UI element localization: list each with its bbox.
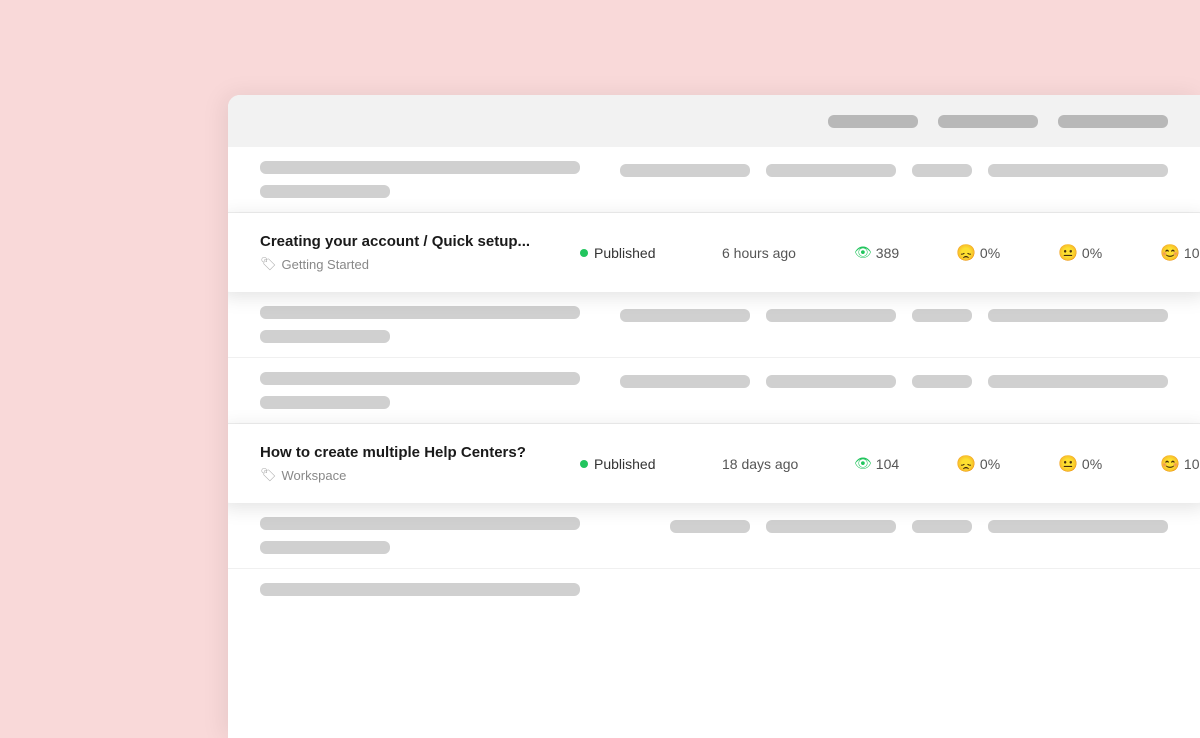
happy-stat-2: 😊 100% xyxy=(1160,454,1200,474)
neutral-emoji-1: 😐 xyxy=(1058,243,1078,263)
blurred-row-1 xyxy=(228,147,1200,213)
article-card-2[interactable]: How to create multiple Help Centers? 🏷 W… xyxy=(228,424,1200,503)
article-title-1: Creating your account / Quick setup... xyxy=(260,233,580,250)
status-dot-1 xyxy=(580,249,588,257)
neutral-stat-1: 😐 0% xyxy=(1058,243,1128,263)
main-panel: Creating your account / Quick setup... 🏷… xyxy=(228,95,1200,738)
happy-emoji-1: 😊 xyxy=(1160,243,1180,263)
header-pill-3 xyxy=(1058,115,1168,128)
blurred-row-4 xyxy=(228,503,1200,569)
time-ago-2: 18 days ago xyxy=(722,456,822,472)
tag-icon-1: 🏷 xyxy=(260,256,277,272)
header-pill-1 xyxy=(828,115,918,128)
blurred-row-3 xyxy=(228,358,1200,424)
article-meta-1: Published 6 hours ago 👁 389 😞 0% 😐 0% 😊 … xyxy=(580,243,1200,263)
sad-stat-2: 😞 0% xyxy=(956,454,1026,474)
article-meta-2: Published 18 days ago 👁 104 😞 0% 😐 0% 😊 … xyxy=(580,454,1200,474)
sad-emoji-1: 😞 xyxy=(956,243,976,263)
blurred-row-5 xyxy=(228,569,1200,621)
time-ago-1: 6 hours ago xyxy=(722,245,822,261)
sad-stat-1: 😞 0% xyxy=(956,243,1026,263)
neutral-stat-2: 😐 0% xyxy=(1058,454,1128,474)
article-tag-1: 🏷 Getting Started xyxy=(260,256,580,272)
article-info-1: Creating your account / Quick setup... 🏷… xyxy=(260,233,580,272)
views-stat-1: 👁 389 xyxy=(854,244,924,261)
article-tag-2: 🏷 Workspace xyxy=(260,467,580,483)
status-dot-2 xyxy=(580,460,588,468)
eye-icon-1: 👁 xyxy=(854,244,872,261)
status-badge-2: Published xyxy=(580,456,690,472)
article-card-1[interactable]: Creating your account / Quick setup... 🏷… xyxy=(228,213,1200,292)
header-row xyxy=(228,95,1200,147)
eye-icon-2: 👁 xyxy=(854,455,872,472)
tag-icon-2: 🏷 xyxy=(260,467,277,483)
sad-emoji-2: 😞 xyxy=(956,454,976,474)
views-stat-2: 👁 104 xyxy=(854,455,924,472)
happy-emoji-2: 😊 xyxy=(1160,454,1180,474)
happy-stat-1: 😊 100% xyxy=(1160,243,1200,263)
blurred-row-2 xyxy=(228,292,1200,358)
article-info-2: How to create multiple Help Centers? 🏷 W… xyxy=(260,444,580,483)
status-badge-1: Published xyxy=(580,245,690,261)
article-title-2: How to create multiple Help Centers? xyxy=(260,444,580,461)
neutral-emoji-2: 😐 xyxy=(1058,454,1078,474)
header-pill-2 xyxy=(938,115,1038,128)
